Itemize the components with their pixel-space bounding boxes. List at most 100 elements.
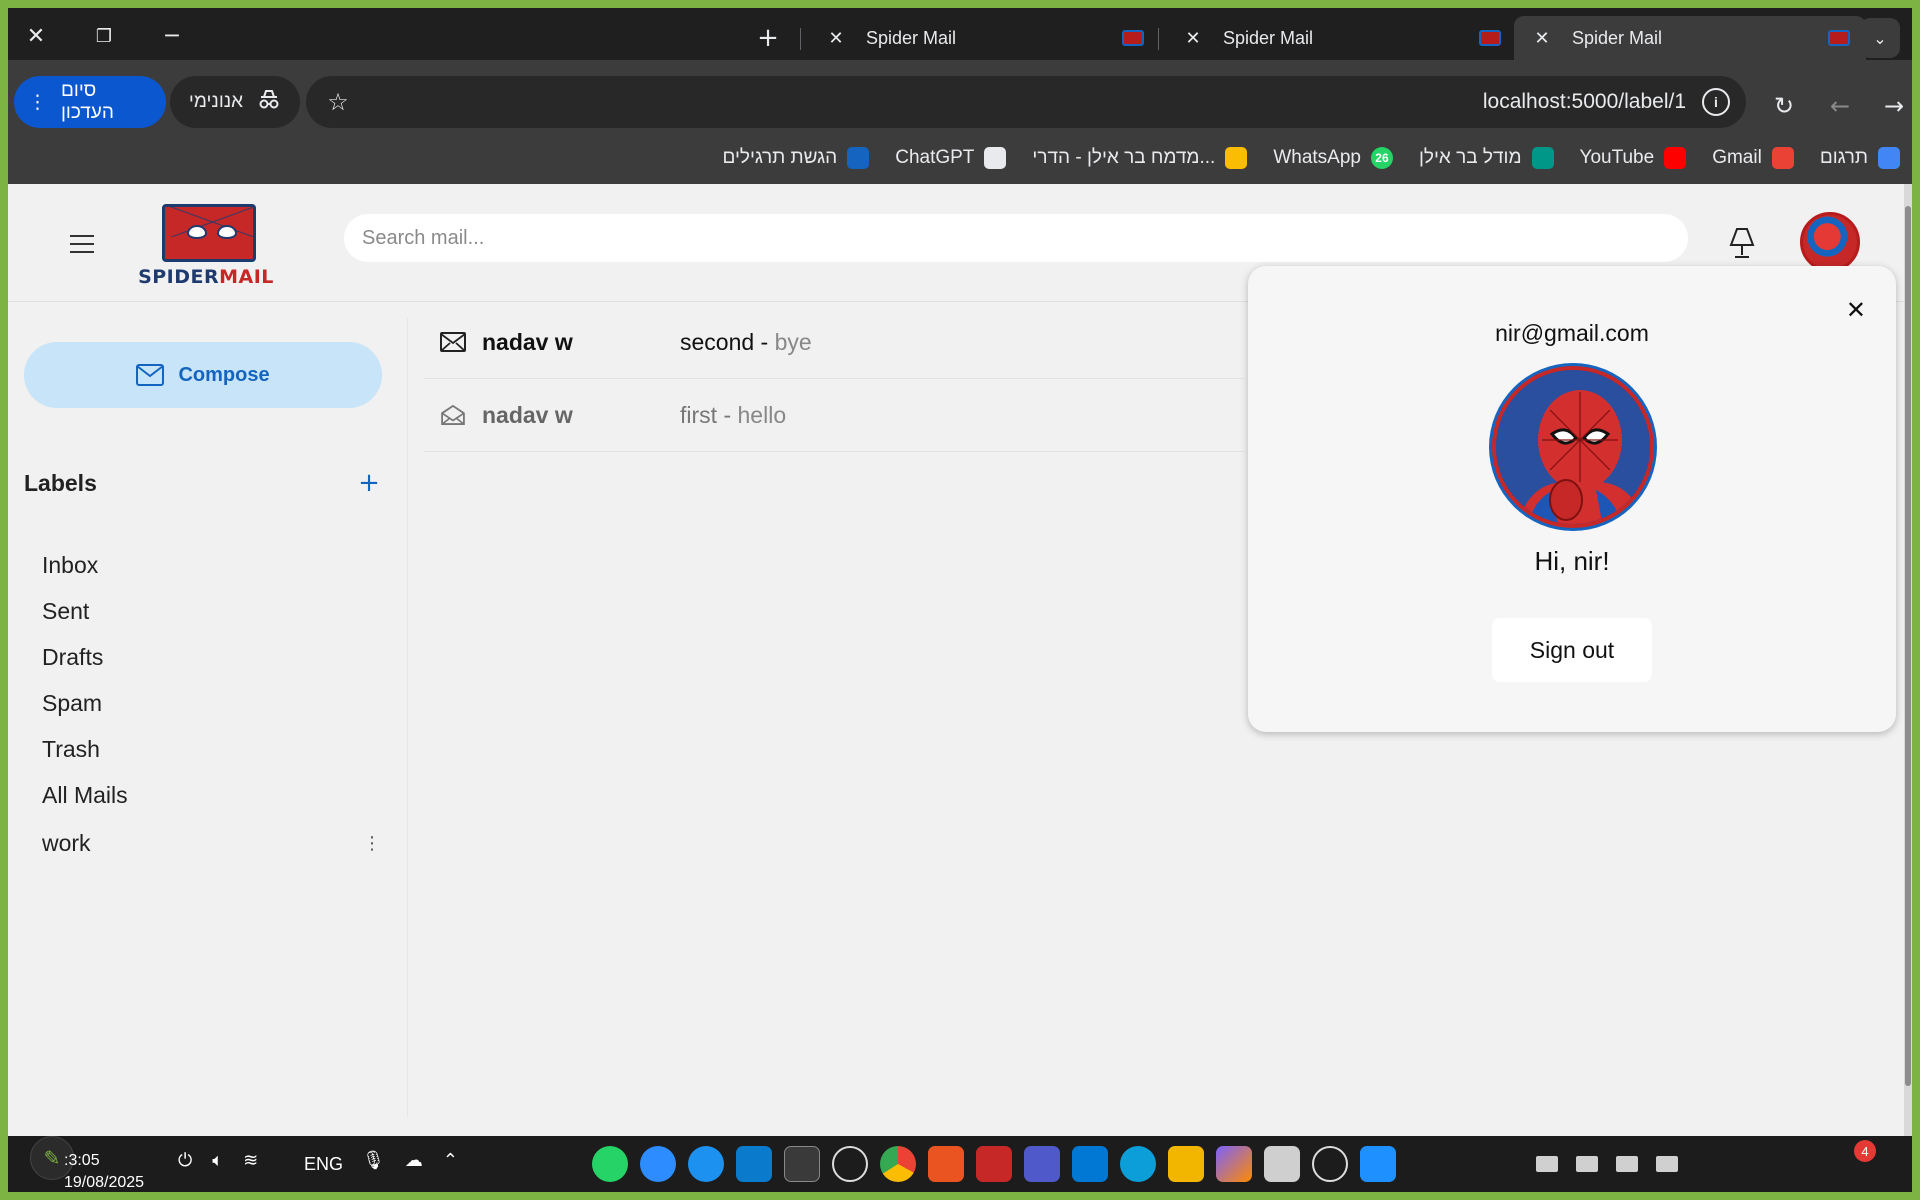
snap-layout-icon[interactable] <box>1536 1156 1558 1172</box>
bookmark-item[interactable]: Gmail <box>1712 147 1794 169</box>
bookmark-label: YouTube <box>1579 147 1655 168</box>
bookmark-item[interactable]: מודל בר אילן <box>1419 147 1554 169</box>
teams-app-icon[interactable] <box>1024 1146 1060 1182</box>
bookmark-star-icon[interactable]: ☆ <box>322 88 354 116</box>
labels-header: Labels + <box>24 468 384 498</box>
edge-app-icon[interactable] <box>1120 1146 1156 1182</box>
incognito-icon <box>257 88 281 116</box>
grid-apps-icon[interactable] <box>1656 1156 1678 1172</box>
label-options-kebab-icon[interactable]: ⋮ <box>362 833 382 854</box>
mail-row[interactable]: nadav w first - hello <box>424 379 1244 452</box>
mail-sender: nadav w <box>482 401 573 428</box>
microphone-icon[interactable]: 🎙︎ <box>362 1150 385 1171</box>
end-session-label: סיום העדכון <box>61 80 114 123</box>
mcafee-app-icon[interactable] <box>976 1146 1012 1182</box>
power-plug-icon[interactable]: ⏻ <box>178 1150 192 1171</box>
tab-close-icon[interactable]: ✕ <box>824 28 848 49</box>
back-arrow-icon[interactable]: → <box>1876 88 1912 124</box>
tab-close-icon[interactable]: ✕ <box>1181 28 1205 49</box>
account-email: nir@gmail.com <box>1495 320 1649 346</box>
gmail-icon <box>1771 147 1794 169</box>
close-window-icon[interactable]: ✕ <box>16 16 56 56</box>
terminal-app-icon[interactable] <box>784 1146 820 1182</box>
mail-separator: - <box>717 401 738 428</box>
bookmark-label: Gmail <box>1712 147 1762 168</box>
new-tab-icon[interactable]: + <box>750 20 786 56</box>
bookmark-item[interactable]: מדמח בר אילן - הדרי... <box>1032 147 1248 169</box>
end-session-button[interactable]: ⋮ סיום העדכון <box>14 76 166 128</box>
mail-subject: second <box>680 328 755 355</box>
compose-button[interactable]: Compose <box>24 342 382 408</box>
label-item-sent[interactable]: Sent <box>42 588 382 634</box>
label-item-all-mails[interactable]: All Mails <box>42 772 382 818</box>
tab-separator <box>1158 28 1159 50</box>
menu-hamburger-icon[interactable] <box>60 226 104 262</box>
wifi-icon[interactable]: ≋ <box>243 1150 258 1171</box>
logo-wordmark: SPIDERMAIL <box>138 266 274 288</box>
address-bar[interactable]: ☆ localhost:5000/label/1 i <box>306 76 1746 128</box>
sign-out-button[interactable]: Sign out <box>1492 618 1652 682</box>
zoom-app-icon[interactable] <box>640 1146 676 1182</box>
windows-start-icon[interactable] <box>1360 1146 1396 1182</box>
mail-snippet: hello <box>737 401 787 428</box>
label-item-inbox[interactable]: Inbox <box>42 542 382 588</box>
user-avatar[interactable] <box>1800 212 1860 272</box>
minimize-window-icon[interactable]: ─ <box>152 16 192 56</box>
task-view-app-icon[interactable] <box>1264 1146 1300 1182</box>
spidermail-logo[interactable]: SPIDERMAIL <box>136 204 276 288</box>
tab-1[interactable]: ✕ Spider Mail <box>808 16 1160 60</box>
lamp-theme-toggle-icon[interactable] <box>1720 222 1764 266</box>
compose-label: Compose <box>178 363 270 386</box>
label-item-work[interactable]: work ⋮ <box>42 820 382 866</box>
upload-arrow-icon <box>847 147 870 169</box>
forward-arrow-icon: ← <box>1829 92 1851 120</box>
docker-app-icon[interactable] <box>688 1146 724 1182</box>
chrome-app-icon[interactable] <box>880 1146 916 1182</box>
notification-badge[interactable]: 4 <box>1854 1140 1876 1162</box>
label-item-spam[interactable]: Spam <box>42 680 382 726</box>
tray-icons: 🎙︎ ☁ ⌃ <box>362 1150 458 1171</box>
label-item-trash[interactable]: Trash <box>42 726 382 772</box>
bookmark-item[interactable]: הגשת תרגילים <box>722 147 870 169</box>
layout-icon[interactable] <box>1616 1156 1638 1172</box>
mail-row[interactable]: nadav w second - bye <box>424 306 1244 379</box>
label-list: Inbox Sent Drafts Spam Trash All Mails w… <box>42 542 382 866</box>
tab-2[interactable]: ✕ Spider Mail <box>1165 16 1517 60</box>
taskbar-clock[interactable]: :3:05 19/08/2025 <box>64 1150 144 1192</box>
site-info-icon[interactable]: i <box>1702 88 1730 116</box>
scrollbar-thumb[interactable] <box>1905 206 1911 1086</box>
greeting-text: Hi, nir! <box>1534 546 1610 576</box>
tab-search-chevron-icon[interactable]: ⌄ <box>1860 18 1900 58</box>
add-label-button[interactable]: + <box>354 468 384 498</box>
search-input[interactable] <box>344 214 1688 262</box>
chatgpt-app-icon[interactable] <box>832 1146 868 1182</box>
reload-icon[interactable]: ↻ <box>1766 88 1802 124</box>
bookmark-item[interactable]: ChatGPT <box>895 147 1007 169</box>
tab-3-active[interactable]: ✕ Spider Mail <box>1514 16 1866 60</box>
youtube-icon <box>1664 147 1687 169</box>
vscode-app-icon[interactable] <box>736 1146 772 1182</box>
ubuntu-app-icon[interactable] <box>928 1146 964 1182</box>
moodle-icon <box>1531 147 1554 169</box>
incognito-button[interactable]: אנונימי <box>170 76 300 128</box>
bookmark-item[interactable]: תרגום <box>1820 147 1900 169</box>
keyboard-icon[interactable] <box>1576 1156 1598 1172</box>
tab-close-icon[interactable]: ✕ <box>1530 28 1554 49</box>
tab-strip: ✕ ❐ ─ + ✕ Spider Mail ✕ Spider Mail ✕ Sp… <box>8 8 1912 60</box>
chatgpt-icon <box>984 147 1007 169</box>
restore-window-icon[interactable]: ❐ <box>84 16 124 56</box>
language-indicator[interactable]: ENG <box>304 1154 343 1175</box>
search-icon[interactable] <box>1312 1146 1348 1182</box>
page-scrollbar[interactable] <box>1904 184 1912 1136</box>
url-text[interactable]: localhost:5000/label/1 <box>1483 90 1686 114</box>
onedrive-cloud-icon[interactable]: ☁ <box>405 1150 423 1171</box>
volume-icon[interactable]: 🔈︎ <box>212 1150 223 1171</box>
bookmark-item[interactable]: YouTube <box>1580 147 1687 169</box>
store-app-icon[interactable] <box>1072 1146 1108 1182</box>
bookmark-item[interactable]: WhatsApp 26 <box>1273 147 1393 169</box>
file-explorer-app-icon[interactable] <box>1168 1146 1204 1182</box>
label-item-drafts[interactable]: Drafts <box>42 634 382 680</box>
chevron-up-icon[interactable]: ⌃ <box>443 1150 458 1171</box>
whatsapp-app-icon[interactable] <box>592 1146 628 1182</box>
copilot-app-icon[interactable] <box>1216 1146 1252 1182</box>
